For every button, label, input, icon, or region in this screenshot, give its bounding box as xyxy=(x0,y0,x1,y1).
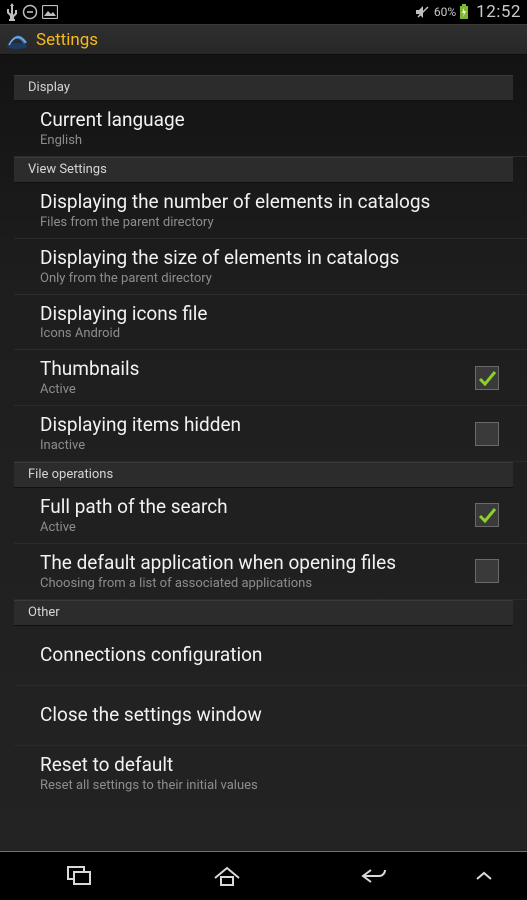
item-title: Full path of the search xyxy=(40,496,467,518)
nav-home-button[interactable] xyxy=(153,852,300,900)
section-header-other: Other xyxy=(14,600,513,626)
title-bar: Settings xyxy=(0,24,527,55)
sync-icon xyxy=(22,4,38,20)
item-number-elements[interactable]: Displaying the number of elements in cat… xyxy=(14,183,527,239)
item-title: Displaying the size of elements in catal… xyxy=(40,247,505,269)
item-sub: Choosing from a list of associated appli… xyxy=(40,576,467,591)
item-sub: Inactive xyxy=(40,438,467,453)
status-left-icons xyxy=(6,3,58,21)
checkbox-defaultapp[interactable] xyxy=(475,559,499,583)
status-right-icons: 60% 12:52 xyxy=(415,2,521,22)
item-title: Displaying the number of elements in cat… xyxy=(40,191,505,213)
checkbox-hidden[interactable] xyxy=(475,422,499,446)
usb-icon xyxy=(6,3,18,21)
item-reset[interactable]: Reset to default Reset all settings to t… xyxy=(14,746,527,801)
item-sub: Files from the parent directory xyxy=(40,215,505,230)
item-size-elements[interactable]: Displaying the size of elements in catal… xyxy=(14,239,527,295)
nav-bar xyxy=(0,851,527,900)
item-fullpath[interactable]: Full path of the search Active xyxy=(14,488,527,544)
item-sub: Only from the parent directory xyxy=(40,271,505,286)
item-close[interactable]: Close the settings window xyxy=(14,686,527,746)
section-header-view-settings: View Settings xyxy=(14,157,513,183)
status-bar: 60% 12:52 xyxy=(0,0,527,24)
item-title: Reset to default xyxy=(40,754,505,776)
item-icons-file[interactable]: Displaying icons file Icons Android xyxy=(14,295,527,351)
settings-list[interactable]: Display Current language English View Se… xyxy=(0,55,527,851)
item-sub: Icons Android xyxy=(40,326,505,341)
item-connections[interactable]: Connections configuration xyxy=(14,626,527,686)
battery-percent: 60% xyxy=(434,5,456,19)
nav-recent-button[interactable] xyxy=(6,852,153,900)
nav-expand-button[interactable] xyxy=(447,852,521,900)
battery-icon xyxy=(459,4,469,20)
clock: 12:52 xyxy=(476,2,521,22)
item-title: Displaying icons file xyxy=(40,303,505,325)
item-sub: Active xyxy=(40,520,467,535)
item-title: Close the settings window xyxy=(40,704,505,726)
section-header-file-operations: File operations xyxy=(14,462,513,488)
image-icon xyxy=(42,5,58,19)
item-title: The default application when opening fil… xyxy=(40,552,467,574)
nav-back-button[interactable] xyxy=(300,852,447,900)
item-title: Thumbnails xyxy=(40,358,467,380)
item-title: Connections configuration xyxy=(40,644,505,666)
item-current-language[interactable]: Current language English xyxy=(14,101,527,157)
checkbox-thumbnails[interactable] xyxy=(475,366,499,390)
item-title: Current language xyxy=(40,109,505,131)
item-title: Displaying items hidden xyxy=(40,414,467,436)
app-icon xyxy=(6,30,28,50)
page-title: Settings xyxy=(36,30,98,50)
item-defaultapp[interactable]: The default application when opening fil… xyxy=(14,544,527,600)
home-icon xyxy=(212,865,242,887)
item-thumbnails[interactable]: Thumbnails Active xyxy=(14,350,527,406)
chevron-up-icon xyxy=(474,870,494,882)
back-icon xyxy=(359,866,389,886)
checkbox-fullpath[interactable] xyxy=(475,503,499,527)
item-sub: English xyxy=(40,133,505,148)
item-sub: Active xyxy=(40,382,467,397)
mute-icon xyxy=(415,5,431,19)
recent-icon xyxy=(66,865,94,887)
item-hidden[interactable]: Displaying items hidden Inactive xyxy=(14,406,527,462)
item-sub: Reset all settings to their initial valu… xyxy=(40,778,505,793)
section-header-display: Display xyxy=(14,75,513,101)
